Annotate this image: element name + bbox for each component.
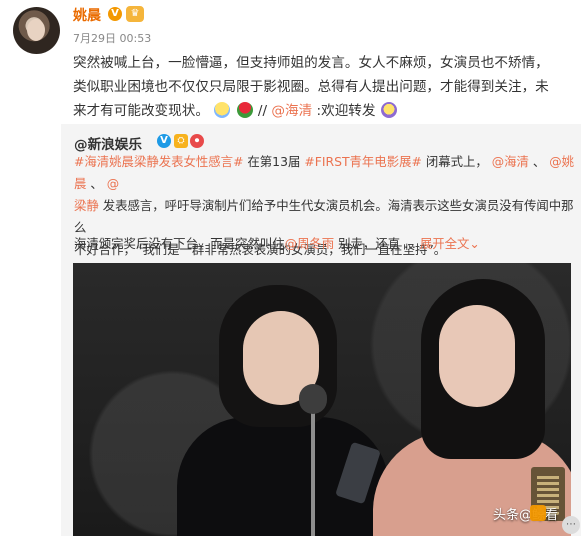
repost-suffix: :欢迎转发 (316, 103, 376, 119)
post-author-name[interactable]: 姚晨 (73, 5, 101, 25)
avatar-face (27, 19, 45, 41)
crown-emoji-icon (380, 102, 397, 118)
post-content-line-2: 类似职业困境也不仅仅只局限于影视圈。总得有人提出问题，才能得到关注，未 (73, 79, 549, 95)
repost-text-fragment: 在第13届 (247, 154, 301, 169)
repost-text-fragment: 、 (532, 154, 546, 169)
hashtag-link[interactable]: #海清姚晨梁静发表女性感言# (74, 154, 243, 169)
emoji-icon (214, 102, 231, 118)
person-right-face (439, 305, 515, 407)
repost-text-line-1: #海清姚晨梁静发表女性感言# 在第13届 #FIRST青年电影展# 闭幕式上， … (74, 151, 574, 195)
post-content-line-3: 来才有可能改变现状。 // @海清 :欢迎转发 (73, 99, 573, 123)
rose-emoji-icon (236, 102, 253, 118)
post-content-line-1: 突然被喊上台，一脸懵逼，但支持师姐的发言。女人不麻烦，女演员也不矫情， (73, 55, 549, 71)
repost-text-fragment: 、 (90, 176, 103, 191)
mention-link[interactable]: 梁静 (74, 198, 99, 213)
mention-link[interactable]: @海清 (492, 154, 529, 169)
repost-text-fragment: 闭幕式上， (425, 154, 488, 169)
verified-badge-icon: V (157, 134, 171, 148)
verified-badge-icon: V (108, 7, 122, 21)
microphone-stand (311, 405, 315, 536)
chevron-down-icon[interactable]: ⌄ (469, 236, 479, 251)
mention-link[interactable]: @海清 (271, 103, 312, 119)
post-timestamp: 7月29日 00:53 (73, 32, 152, 45)
post-content: 突然被喊上台，一脸懵逼，但支持师姐的发言。女人不麻烦，女演员也不矫情， 类似职业… (73, 51, 573, 123)
repost-text-line-4: 海清颁完奖后没有下台，而是突然叫住@周冬雨 别走，还直 ... 展开全文⌄ (74, 233, 574, 255)
repost-line-4-after: 别走，还直 ... (334, 236, 416, 251)
mention-link[interactable]: @ (107, 176, 119, 191)
weibo-post: 姚晨 V ♛ 7月29日 00:53 突然被喊上台，一脸懵逼，但支持师姐的发言。… (0, 0, 581, 536)
badge-icon: ⛭ (174, 134, 188, 148)
crown-badge-icon: ♛ (126, 6, 144, 22)
mention-link[interactable]: @周冬雨 (285, 236, 335, 251)
expand-full-text-link[interactable]: 展开全文 (420, 236, 470, 251)
repost-prefix: // (257, 103, 268, 119)
microphone-icon (299, 384, 327, 414)
author-avatar[interactable] (13, 7, 60, 54)
post-content-line-3-text: 来才有可能改变现状。 (73, 103, 209, 119)
repost-text-fragment: 发表感言，呼吁导演制片们给予中生代女演员机会。海清表示这些女演员没有传闻中那么 (74, 198, 574, 235)
repost-line-4-text: 海清颁完奖后没有下台，而是突然叫住 (74, 236, 285, 251)
repost-author[interactable]: @新浪娱乐 (74, 133, 142, 153)
app-icon (530, 505, 546, 521)
reposted-weibo: @新浪娱乐 V ⛭ ⏺ #海清姚晨梁静发表女性感言# 在第13届 #FIRST青… (61, 124, 581, 536)
hashtag-link[interactable]: #FIRST青年电影展# (304, 154, 422, 169)
badge-icon: ⏺ (190, 134, 204, 148)
corner-icon: ⋯ (562, 516, 580, 534)
video-frame[interactable] (73, 263, 571, 536)
